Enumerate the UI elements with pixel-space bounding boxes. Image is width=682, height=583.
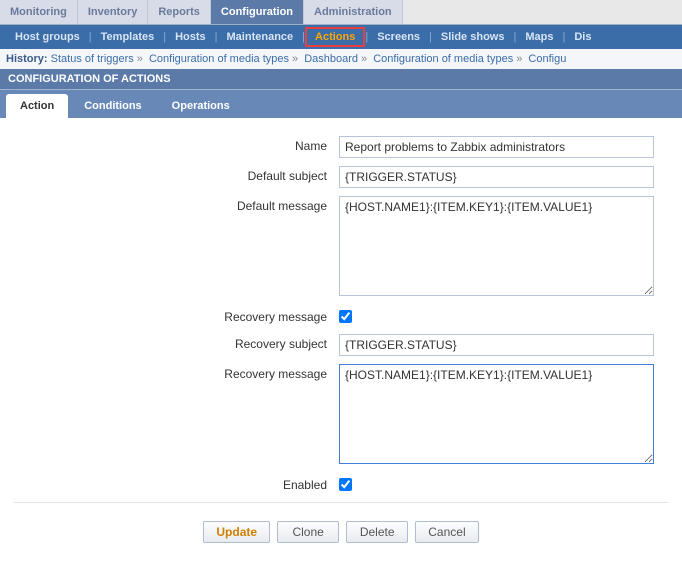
breadcrumb-link[interactable]: Configuration of media types	[373, 53, 513, 65]
breadcrumb-link[interactable]: Dashboard	[304, 53, 358, 65]
default-message-textarea[interactable]	[339, 196, 654, 296]
divider	[14, 502, 668, 503]
subnav-host-groups[interactable]: Host groups	[6, 27, 89, 47]
label-default-message: Default message	[14, 196, 339, 213]
recovery-message-checkbox[interactable]	[339, 310, 352, 323]
subnav-slide-shows[interactable]: Slide shows	[432, 27, 514, 47]
top-tab-monitoring[interactable]: Monitoring	[0, 0, 78, 24]
update-button[interactable]: Update	[203, 521, 270, 543]
subnav-templates[interactable]: Templates	[92, 27, 164, 47]
label-default-subject: Default subject	[14, 166, 339, 183]
enabled-checkbox[interactable]	[339, 478, 352, 491]
top-tab-configuration[interactable]: Configuration	[211, 0, 304, 24]
top-tab-inventory[interactable]: Inventory	[78, 0, 149, 24]
config-tabs: ActionConditionsOperations	[0, 89, 682, 118]
breadcrumb: History: Status of triggers» Configurati…	[0, 49, 682, 69]
breadcrumb-separator: »	[292, 53, 298, 65]
tab-conditions[interactable]: Conditions	[70, 94, 155, 118]
delete-button[interactable]: Delete	[346, 521, 408, 543]
top-tab-reports[interactable]: Reports	[148, 0, 211, 24]
breadcrumb-separator: »	[361, 53, 367, 65]
label-recovery-message: Recovery message	[14, 364, 339, 381]
subnav-maps[interactable]: Maps	[516, 27, 562, 47]
recovery-message-textarea[interactable]	[339, 364, 654, 464]
tab-operations[interactable]: Operations	[158, 94, 244, 118]
breadcrumb-label: History:	[6, 53, 48, 65]
top-tabs: MonitoringInventoryReportsConfigurationA…	[0, 0, 682, 25]
breadcrumb-link[interactable]: Configuration of media types	[149, 53, 289, 65]
cancel-button[interactable]: Cancel	[415, 521, 478, 543]
label-enabled: Enabled	[14, 475, 339, 492]
clone-button[interactable]: Clone	[277, 521, 339, 543]
label-recovery-checkbox: Recovery message	[14, 307, 339, 324]
name-input[interactable]	[339, 136, 654, 158]
breadcrumb-link[interactable]: Configu	[528, 53, 566, 65]
breadcrumb-separator: »	[137, 53, 143, 65]
sub-nav: Host groups|Templates|Hosts|Maintenance|…	[0, 25, 682, 49]
label-name: Name	[14, 136, 339, 153]
top-tab-administration[interactable]: Administration	[304, 0, 403, 24]
recovery-subject-input[interactable]	[339, 334, 654, 356]
label-recovery-subject: Recovery subject	[14, 334, 339, 351]
tab-action[interactable]: Action	[6, 94, 68, 118]
breadcrumb-separator: »	[516, 53, 522, 65]
form-area: Name Default subject Default message Rec…	[0, 118, 682, 567]
button-bar: Update Clone Delete Cancel	[14, 515, 668, 557]
subnav-hosts[interactable]: Hosts	[166, 27, 215, 47]
page-title: CONFIGURATION OF ACTIONS	[0, 69, 682, 89]
subnav-maintenance[interactable]: Maintenance	[218, 27, 303, 47]
subnav-screens[interactable]: Screens	[368, 27, 429, 47]
breadcrumb-link[interactable]: Status of triggers	[51, 53, 134, 65]
default-subject-input[interactable]	[339, 166, 654, 188]
subnav-actions[interactable]: Actions	[305, 27, 365, 47]
subnav-dis[interactable]: Dis	[565, 27, 600, 47]
